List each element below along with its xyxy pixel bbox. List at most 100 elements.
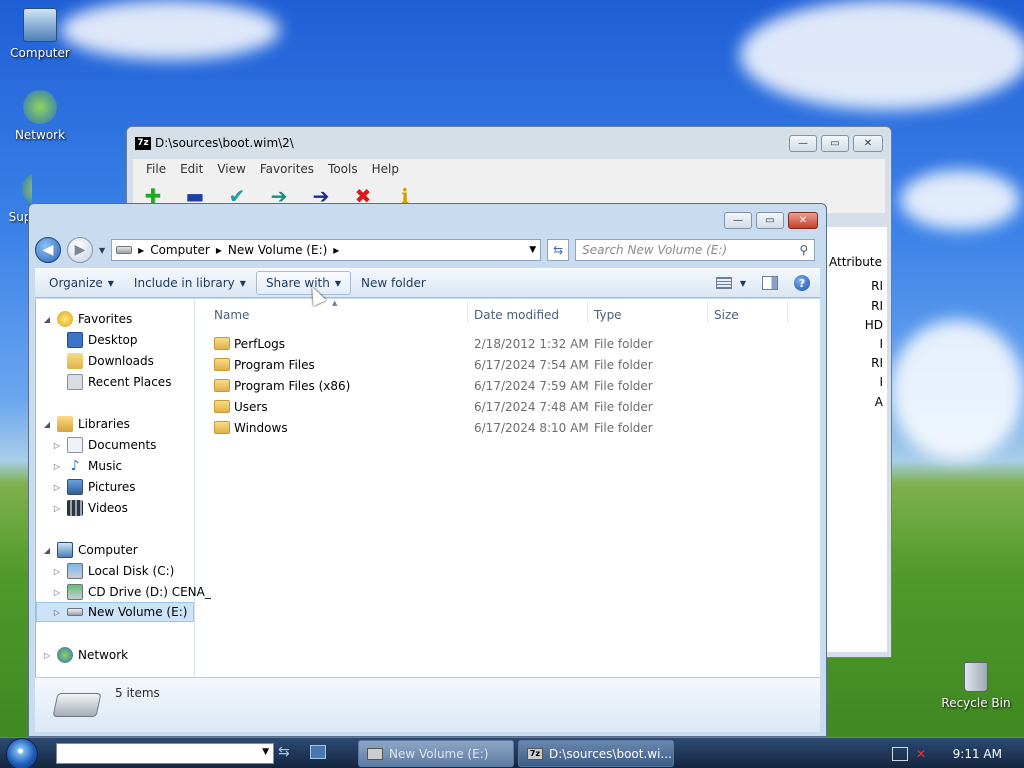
column-header-name[interactable]: Name <box>214 305 249 325</box>
maximize-button[interactable]: ▭ <box>821 134 849 152</box>
organize-label: Organize <box>49 276 103 290</box>
desktop-icon-computer[interactable]: Computer <box>0 8 80 60</box>
expand-icon[interactable]: ▷ <box>52 567 62 576</box>
column-divider[interactable] <box>787 301 788 323</box>
file-date: 6/17/2024 7:59 AM <box>474 378 589 393</box>
maximize-button[interactable]: ▭ <box>756 211 784 229</box>
nav-cd-drive[interactable]: ▷ CD Drive (D:) CENA_ <box>52 582 211 602</box>
collapse-icon[interactable]: ◢ <box>42 420 52 429</box>
menu-file[interactable]: File <box>139 162 173 176</box>
expand-icon[interactable]: ▷ <box>52 462 62 471</box>
show-desktop-icon[interactable] <box>310 745 326 759</box>
pictures-icon <box>67 479 83 495</box>
file-row[interactable]: Users 6/17/2024 7:48 AM File folder <box>196 396 820 417</box>
action-center-icon[interactable] <box>892 746 908 761</box>
breadcrumb-new-volume[interactable]: New Volume (E:) <box>228 243 327 257</box>
chevron-down-icon[interactable]: ▼ <box>262 747 269 757</box>
explorer-titlebar[interactable]: — ▭ ✕ <box>29 204 826 236</box>
nav-favorites[interactable]: ◢ Favorites <box>42 309 132 329</box>
menu-help[interactable]: Help <box>365 162 406 176</box>
file-row[interactable]: Program Files (x86) 6/17/2024 7:59 AM Fi… <box>196 375 820 396</box>
expand-icon[interactable]: ▷ <box>52 504 62 513</box>
nav-label: Videos <box>88 501 128 515</box>
organize-button[interactable]: Organize ▼ <box>39 271 124 295</box>
column-divider[interactable] <box>587 301 588 323</box>
close-button[interactable]: ✕ <box>853 134 883 152</box>
menu-tools[interactable]: Tools <box>321 162 365 176</box>
nav-computer[interactable]: ◢ Computer <box>42 540 138 560</box>
file-row[interactable]: Program Files 6/17/2024 7:54 AM File fol… <box>196 354 820 375</box>
file-date: 6/17/2024 7:54 AM <box>474 357 589 372</box>
nav-documents[interactable]: ▷ Documents <box>52 435 156 455</box>
help-icon[interactable]: ? <box>794 275 810 291</box>
breadcrumb-separator[interactable]: ▸ <box>333 243 339 257</box>
taskbar-item-explorer[interactable]: New Volume (E:) <box>358 740 514 767</box>
expand-icon[interactable]: ▷ <box>42 651 52 660</box>
nav-music[interactable]: ▷ ♪ Music <box>52 456 122 476</box>
nav-recent-places[interactable]: Recent Places <box>52 372 171 392</box>
address-bar[interactable]: ▸ Computer ▸ New Volume (E:) ▸ ▼ <box>111 239 542 261</box>
menu-view[interactable]: View <box>210 162 252 176</box>
recent-pages-dropdown[interactable]: ▼ <box>99 246 105 255</box>
clock[interactable]: 9:11 AM <box>953 747 1002 761</box>
nav-libraries[interactable]: ◢ Libraries <box>42 414 130 434</box>
refresh-button[interactable]: ⇆ <box>547 239 570 261</box>
nav-local-disk[interactable]: ▷ Local Disk (C:) <box>52 561 174 581</box>
taskbar-item-7zip[interactable]: 7z D:\sources\boot.wi... <box>518 740 674 767</box>
new-folder-button[interactable]: New folder <box>351 271 436 295</box>
expand-icon[interactable]: ▷ <box>52 608 62 617</box>
include-in-library-button[interactable]: Include in library ▼ <box>124 271 256 295</box>
go-icon[interactable]: ⇆ <box>278 744 298 762</box>
column-header-type[interactable]: Type <box>594 305 622 325</box>
column-divider[interactable] <box>707 301 708 323</box>
nav-pictures[interactable]: ▷ Pictures <box>52 477 136 497</box>
forward-button[interactable]: ▶ <box>67 237 93 263</box>
column-header-attributes[interactable]: Attribute <box>829 255 882 269</box>
breadcrumb-separator[interactable]: ▸ <box>216 243 222 257</box>
address-dropdown-icon[interactable]: ▼ <box>529 245 536 255</box>
nav-network[interactable]: ▷ Network <box>42 645 128 665</box>
close-button[interactable]: ✕ <box>788 211 818 229</box>
menu-favorites[interactable]: Favorites <box>253 162 321 176</box>
preview-pane-icon[interactable] <box>762 276 778 290</box>
item-count: 5 items <box>115 686 160 700</box>
file-row[interactable]: PerfLogs 2/18/2012 1:32 AM File folder <box>196 333 820 354</box>
share-with-button[interactable]: Share with ▼ <box>255 271 351 295</box>
search-icon[interactable]: ⚲ <box>799 243 808 257</box>
start-button[interactable] <box>6 738 46 768</box>
collapse-icon[interactable]: ◢ <box>42 546 52 555</box>
minimize-button[interactable]: — <box>789 134 817 152</box>
change-view-button[interactable]: ▼ <box>715 277 746 289</box>
column-header-date[interactable]: Date modified <box>474 305 559 325</box>
expand-icon[interactable]: ▷ <box>52 483 62 492</box>
search-input[interactable]: Search New Volume (E:) ⚲ <box>575 239 816 261</box>
desktop-icon-network[interactable]: Network <box>0 90 80 142</box>
expand-icon[interactable]: ▷ <box>52 588 62 597</box>
breadcrumb-computer[interactable]: Computer <box>150 243 210 257</box>
file-row[interactable]: Windows 6/17/2024 8:10 AM File folder <box>196 417 820 438</box>
navigation-pane[interactable]: ◢ Favorites Desktop Downloads Recent Plac… <box>36 299 211 677</box>
nav-videos[interactable]: ▷ Videos <box>52 498 128 518</box>
nav-new-volume[interactable]: ▷ New Volume (E:) <box>36 602 194 622</box>
minimize-button[interactable]: — <box>724 211 752 229</box>
collapse-icon[interactable]: ◢ <box>42 315 52 324</box>
nav-label: Music <box>88 459 123 473</box>
volume-muted-icon[interactable]: ✕ <box>916 747 932 761</box>
navigation-row: ◀ ▶ ▼ ▸ Computer ▸ New Volume (E:) ▸ ▼ ⇆… <box>35 237 820 263</box>
column-divider[interactable] <box>467 301 468 323</box>
back-button[interactable]: ◀ <box>35 237 61 263</box>
attribute-cell: HD <box>864 318 883 332</box>
star-icon <box>57 311 73 327</box>
desktop-icon-recycle-bin[interactable]: Recycle Bin <box>936 662 1016 710</box>
expand-icon[interactable]: ▷ <box>52 441 62 450</box>
sevenzip-titlebar[interactable]: 7z D:\sources\boot.wim\2\ — ▭ ✕ <box>127 127 891 159</box>
taskbar-address-input[interactable]: ▼ <box>56 743 274 764</box>
attribute-cell: RI <box>871 299 883 313</box>
nav-downloads[interactable]: Downloads <box>52 351 154 371</box>
view-details-icon <box>715 277 732 289</box>
nav-desktop[interactable]: Desktop <box>52 330 138 350</box>
column-header-size[interactable]: Size <box>714 305 739 325</box>
explorer-window[interactable]: — ▭ ✕ ◀ ▶ ▼ ▸ Computer ▸ New Volume (E:)… <box>28 203 827 737</box>
file-list[interactable]: ▲ Name Date modified Type Size PerfLogs … <box>196 299 820 677</box>
menu-edit[interactable]: Edit <box>173 162 210 176</box>
